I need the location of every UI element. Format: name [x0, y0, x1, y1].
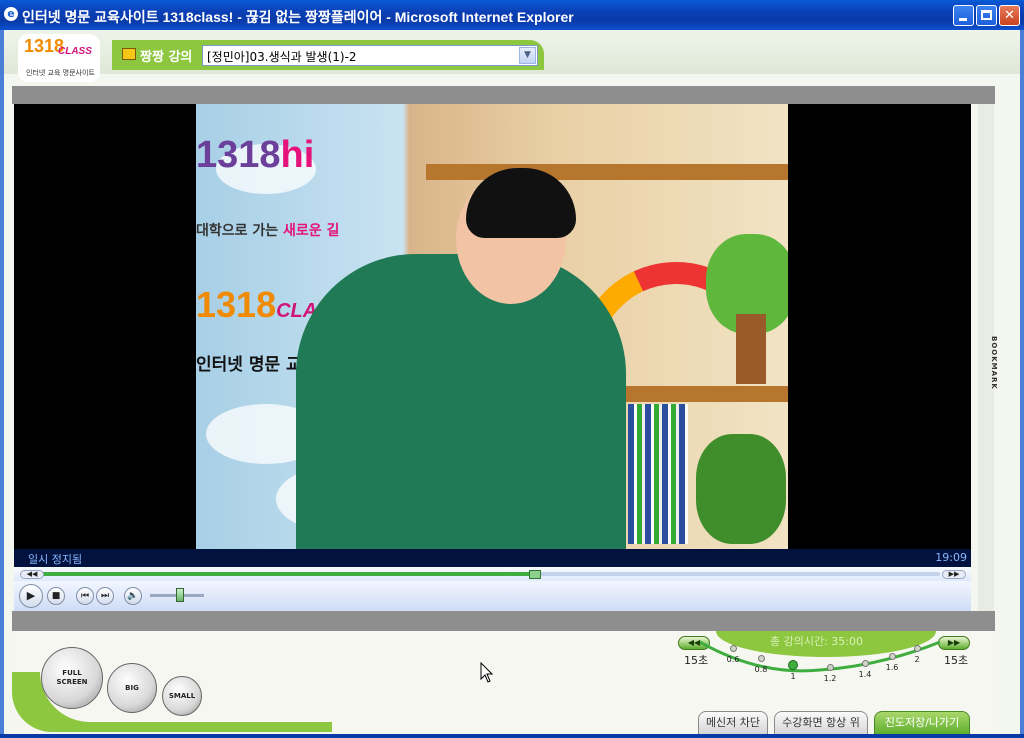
volume-icon[interactable]: 🔈	[124, 587, 142, 605]
maximize-button[interactable]	[976, 5, 997, 26]
minimize-button[interactable]	[953, 5, 974, 26]
lecture-select-value: [정민아]03.생식과 발생(1)-2	[207, 50, 357, 64]
video-frame: 1318hi 대학으로 가는 새로운 길 1318CLASS 인터넷 명문 교육…	[196, 104, 788, 549]
speed-step-dot[interactable]	[888, 652, 896, 660]
speed-step-label: 1.4	[858, 670, 872, 679]
sign-logo2-num: 1318	[196, 284, 277, 325]
speed-step-label: 1.2	[823, 674, 837, 683]
presenter-body	[296, 254, 626, 549]
logo-tagline: 인터넷 교육 명문사이트	[26, 69, 95, 77]
site-logo[interactable]: 1318 CLASS 인터넷 교육 명문사이트	[18, 34, 100, 82]
window-frame-bottom	[0, 734, 1024, 738]
save-exit-tab[interactable]: 진도저장/나가기	[874, 711, 970, 734]
skip-forward-label: 15초	[944, 654, 969, 667]
speed-step-dot[interactable]	[729, 644, 737, 652]
player-top-band	[12, 86, 995, 104]
seek-thumb[interactable]	[529, 570, 541, 579]
sign-logo-b: hi	[280, 134, 315, 176]
play-button[interactable]: ▶	[19, 584, 43, 608]
close-button[interactable]: ✕	[999, 5, 1020, 26]
lecture-select[interactable]: [정민아]03.생식과 발생(1)-2 ▼	[202, 45, 538, 66]
full-screen-button[interactable]: FULL SCREEN	[41, 647, 103, 709]
window-frame-right	[1020, 30, 1024, 734]
books	[628, 404, 688, 544]
sign-text-highlight: 새로운 길	[283, 223, 340, 239]
maximize-icon	[981, 10, 992, 20]
player-status-bar: 일시 정지됨 19:09	[14, 549, 971, 567]
lecture-icon	[122, 48, 136, 60]
sign-logo: 1318hi	[196, 134, 314, 177]
volume-thumb[interactable]	[176, 588, 184, 602]
speed-step-dot[interactable]	[788, 660, 798, 670]
sign-logo-a: 1318	[196, 134, 281, 176]
speed-step-label: 2	[914, 655, 920, 664]
playback-time: 19:09	[935, 551, 967, 564]
mouse-cursor-icon	[480, 662, 494, 683]
sign-text-a: 대학으로 가는	[196, 223, 284, 239]
skip-forward-button[interactable]: ▶▶	[938, 636, 970, 650]
title-bar: e 인터넷 명문 교육사이트 1318class! - 끊김 없는 짱짱플레이어…	[0, 0, 1024, 30]
chevron-down-icon[interactable]: ▼	[519, 47, 536, 64]
speed-step-label: 1	[790, 672, 796, 681]
stop-button[interactable]: ■	[47, 587, 65, 605]
always-on-top-tab[interactable]: 수강화면 항상 위	[774, 711, 868, 734]
next-button[interactable]: ⏭	[96, 587, 114, 605]
rewind-end-button[interactable]: ◀◀	[20, 570, 44, 579]
speed-step-dot[interactable]	[861, 659, 869, 667]
prev-button[interactable]: ⏮	[76, 587, 94, 605]
full-screen-label: FULL SCREEN	[56, 669, 88, 686]
sign-text: 대학으로 가는 새로운 길	[196, 220, 339, 240]
speed-step-label: 0.6	[726, 655, 740, 664]
speed-step-label: 0.8	[754, 665, 768, 674]
minimize-icon	[959, 18, 967, 21]
speed-step-label: 1.6	[885, 663, 899, 672]
player-bottom-band	[12, 611, 995, 631]
seek-fill	[30, 572, 535, 576]
speed-step-dot[interactable]	[913, 644, 921, 652]
plant	[696, 434, 786, 544]
logo-class: CLASS	[58, 46, 92, 57]
small-size-label: SMALL	[168, 691, 196, 700]
forward-end-button[interactable]: ▶▶	[942, 570, 966, 579]
ie-icon: e	[4, 7, 18, 21]
playback-status: 일시 정지됨	[28, 553, 83, 566]
big-size-button[interactable]: BIG	[107, 663, 157, 713]
small-size-button[interactable]: SMALL	[162, 676, 202, 716]
tree-trunk	[736, 314, 766, 384]
window-title: 인터넷 명문 교육사이트 1318class! - 끊김 없는 짱짱플레이어 -…	[22, 9, 574, 25]
messenger-block-tab[interactable]: 메신저 차단	[698, 711, 768, 734]
big-size-label: BIG	[125, 683, 139, 692]
speed-step-dot[interactable]	[826, 663, 834, 671]
speed-step-dot[interactable]	[757, 654, 765, 662]
bookmark-tab[interactable]: BOOKMARK	[986, 336, 998, 396]
shelf	[426, 164, 788, 180]
close-icon: ✕	[1004, 8, 1015, 23]
lecture-label: 짱짱 강의	[140, 50, 193, 65]
